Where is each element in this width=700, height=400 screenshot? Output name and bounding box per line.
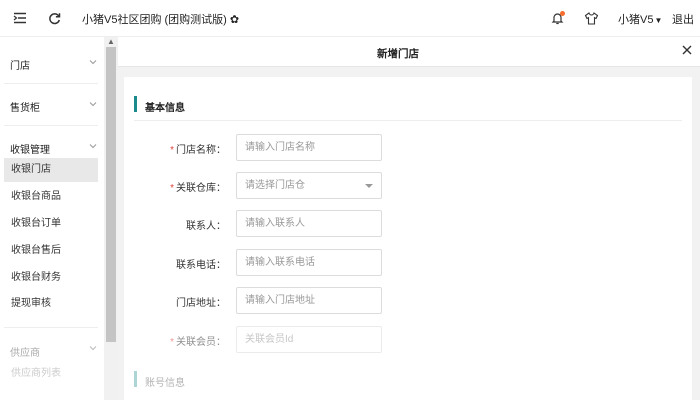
form-card: 基本信息 * 门店名称： 请输入门店名称 * 关联仓库： 请选择门店仓 联系人： 请…: [124, 77, 692, 400]
user-name: 小猪V5: [618, 14, 654, 26]
app-title: 小猪V5社区团购 (团购测试版) ✿: [82, 11, 239, 27]
chevron-down-icon: [88, 57, 98, 67]
dialog-title: 新增门店: [377, 48, 419, 60]
sidebar-item-cashier-goods[interactable]: 收银台商品: [4, 185, 98, 209]
sidebar-group-cashier[interactable]: 收银管理: [10, 141, 50, 156]
required-mark: *: [170, 145, 174, 156]
scroll-up-icon[interactable]: ▲: [107, 37, 115, 46]
close-icon[interactable]: [680, 43, 694, 57]
sidebar-item-withdraw-review[interactable]: 提现审核: [4, 292, 98, 316]
form-row-warehouse: * 关联仓库： 请选择门店仓: [124, 172, 684, 199]
sidebar-item-cashier-orders[interactable]: 收银台订单: [4, 212, 98, 236]
form-row-phone: 联系电话： 请输入联系电话: [124, 249, 684, 276]
scrollbar-thumb[interactable]: [106, 47, 116, 342]
field-label-text: 关联仓库：: [176, 183, 226, 194]
shirt-icon[interactable]: [583, 10, 599, 26]
notification-dot: [560, 11, 565, 16]
section-title: 账号信息: [145, 378, 185, 389]
section-accent-bar: [134, 371, 137, 387]
user-menu[interactable]: 小猪V5▼: [618, 11, 662, 27]
sidebar-item-supplier-list[interactable]: 供应商列表: [4, 362, 98, 386]
warehouse-select[interactable]: 请选择门店仓: [236, 172, 382, 199]
section-account-info: 账号信息: [134, 370, 676, 390]
field-label-text: 联系电话：: [176, 260, 226, 271]
field-label-text: 门店名称：: [176, 145, 226, 156]
store-name-input[interactable]: 请输入门店名称: [236, 134, 382, 161]
caret-down-icon: ▼: [654, 16, 663, 25]
section-title: 基本信息: [145, 103, 185, 114]
sidebar-group-supplier[interactable]: 供应商: [10, 344, 40, 359]
bell-icon[interactable]: [549, 10, 565, 26]
sidebar-group-store[interactable]: 门店: [10, 57, 30, 72]
sidebar: 门店 售货柜 收银管理 收银门店 收银台商品 收银台订单 收银台售后 收银台财务…: [0, 37, 118, 400]
sidebar-scrollbar[interactable]: ▲: [104, 37, 118, 400]
menu-toggle-icon[interactable]: [12, 10, 28, 26]
field-label: 门店地址：: [124, 294, 226, 309]
section-accent-bar: [134, 96, 137, 112]
chevron-down-icon: [88, 343, 98, 353]
phone-input[interactable]: 请输入联系电话: [236, 249, 382, 276]
top-bar: 小猪V5社区团购 (团购测试版) ✿ 小猪V5▼ 退出: [0, 0, 700, 37]
section-divider: [134, 120, 682, 121]
section-basic-info: 基本信息: [134, 95, 682, 121]
field-label: 联系电话：: [124, 256, 226, 271]
field-label: * 关联仓库：: [124, 179, 226, 194]
sidebar-divider: [4, 83, 98, 84]
form-row-store-name: * 门店名称： 请输入门店名称: [124, 134, 684, 161]
logout-link[interactable]: 退出: [672, 11, 694, 27]
chevron-down-icon: [88, 141, 98, 151]
field-label-text: 门店地址：: [176, 298, 226, 309]
refresh-icon[interactable]: [46, 10, 62, 26]
sidebar-group-vending[interactable]: 售货柜: [10, 99, 40, 114]
field-label-text: 关联会员：: [176, 337, 226, 348]
main-panel: 新增门店 基本信息 * 门店名称： 请输入门店名称 * 关联仓库： 请选择门店仓 联…: [118, 37, 700, 400]
form-row-contact: 联系人： 请输入联系人: [124, 210, 684, 237]
required-mark: *: [170, 337, 174, 348]
form-row-address: 门店地址： 请输入门店地址: [124, 287, 684, 314]
sidebar-divider: [4, 327, 98, 328]
required-mark: *: [170, 183, 174, 194]
warehouse-select-placeholder: 请选择门店仓: [245, 180, 305, 191]
sidebar-divider: [4, 125, 98, 126]
field-label: * 门店名称：: [124, 141, 226, 156]
address-input[interactable]: 请输入门店地址: [236, 287, 382, 314]
app-title-text: 小猪V5社区团购 (团购测试版): [82, 14, 227, 26]
sidebar-item-cashier-stores[interactable]: 收银门店: [4, 158, 98, 182]
sidebar-item-cashier-finance[interactable]: 收银台财务: [4, 266, 98, 290]
member-id-input[interactable]: 关联会员Id: [236, 326, 382, 353]
field-label: 联系人：: [124, 217, 226, 232]
field-label-text: 联系人：: [186, 221, 226, 232]
form-row-member: * 关联会员： 关联会员Id: [124, 326, 684, 353]
contact-input[interactable]: 请输入联系人: [236, 210, 382, 237]
dialog-header: 新增门店: [118, 37, 700, 67]
chevron-down-icon: [88, 99, 98, 109]
sidebar-item-cashier-aftersale[interactable]: 收银台售后: [4, 239, 98, 263]
caret-down-icon: [365, 184, 373, 188]
gear-icon[interactable]: ✿: [230, 13, 239, 26]
field-label: * 关联会员：: [124, 333, 226, 348]
